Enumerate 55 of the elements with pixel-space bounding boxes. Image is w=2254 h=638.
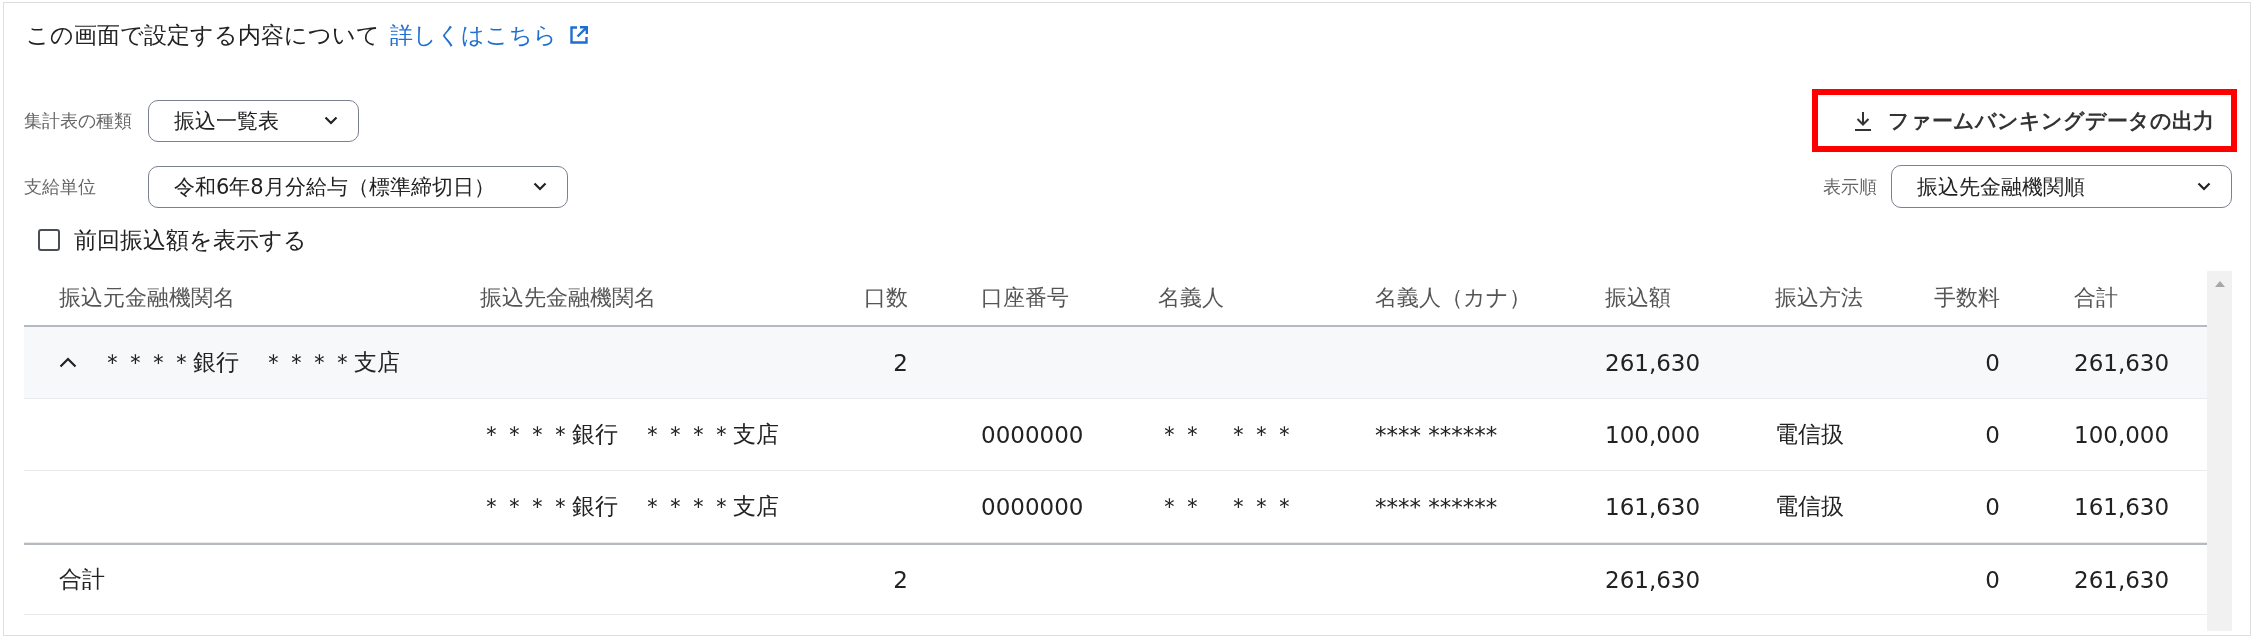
column-header: 名義人（カナ）: [1375, 284, 1531, 312]
table-cell: 2: [893, 566, 908, 593]
intro-text: この画面で設定する内容について: [26, 21, 380, 50]
table-cell: 261,630: [1605, 349, 1701, 376]
table-cell: 100,000: [2074, 421, 2170, 448]
column-header: 口数: [864, 284, 908, 312]
details-link[interactable]: 詳しくはこちら: [390, 19, 589, 51]
column-header: 振込元金融機関名: [59, 284, 235, 312]
column-header: 振込方法: [1775, 284, 1863, 312]
chevron-down-icon: [2197, 182, 2211, 191]
filter-label: 支給単位: [24, 174, 97, 199]
table-cell-text: 電信扱: [1775, 492, 1844, 521]
dropdown[interactable]: 令和6年8月分給与（標準締切日）: [148, 165, 568, 208]
checkbox[interactable]: [38, 229, 60, 251]
column-header: 振込額: [1605, 284, 1671, 312]
table-cell: 0: [1985, 566, 2000, 593]
table-cell: 2: [893, 349, 908, 376]
table-cell: 0: [1985, 493, 2000, 520]
external-link-icon: [569, 25, 589, 45]
table-cell: 161,630: [2074, 493, 2170, 520]
column-header: 名義人: [1158, 284, 1224, 312]
table-cell: **** ******: [1375, 421, 1498, 448]
table-cell: **** ******: [1375, 493, 1498, 520]
total-label: 合計: [59, 565, 105, 594]
chevron-up-icon[interactable]: [59, 357, 77, 368]
sort-label: 表示順: [1823, 174, 1877, 199]
column-header: 手数料: [1934, 284, 2000, 312]
table-cell: 100,000: [1605, 421, 1701, 448]
export-button[interactable]: ファームバンキングデータの出力: [1812, 89, 2237, 152]
group-row[interactable]: ＊＊＊＊銀行 ＊＊＊＊支店 2 261,630 0 261,630: [24, 327, 2207, 399]
table-cell: 0: [1985, 421, 2000, 448]
table-cell: 261,630: [1605, 566, 1701, 593]
column-header: 振込先金融機関名: [480, 284, 656, 312]
table-cell: 0: [1985, 349, 2000, 376]
table-cell: 261,630: [2074, 566, 2170, 593]
chevron-down-icon: [533, 182, 547, 191]
column-header: 合計: [2074, 284, 2118, 312]
checkbox-label[interactable]: 前回振込額を表示する: [74, 224, 307, 256]
table-cell-text: ＊＊ ＊＊＊: [1158, 492, 1296, 521]
download-icon: [1854, 110, 1872, 131]
filter-label: 集計表の種類: [24, 108, 133, 133]
table-cell-text: ＊＊＊＊銀行 ＊＊＊＊支店: [101, 348, 400, 377]
column-header: 口座番号: [981, 284, 1069, 312]
table-cell: 161,630: [1605, 493, 1701, 520]
table-cell-text: ＊＊ ＊＊＊: [1158, 420, 1296, 449]
scrollbar[interactable]: [2207, 271, 2232, 631]
table-cell: 261,630: [2074, 349, 2170, 376]
sort-dropdown[interactable]: 振込先金融機関順: [1891, 165, 2232, 208]
table-cell-text: ＊＊＊＊銀行 ＊＊＊＊支店: [480, 492, 779, 521]
table-cell-text: 電信扱: [1775, 420, 1844, 449]
table-cell: 0000000: [981, 493, 1084, 520]
table-cell: 0000000: [981, 421, 1084, 448]
table-cell-text: ＊＊＊＊銀行 ＊＊＊＊支店: [480, 420, 779, 449]
dropdown[interactable]: 振込一覧表: [148, 99, 359, 142]
chevron-down-icon: [324, 116, 338, 125]
